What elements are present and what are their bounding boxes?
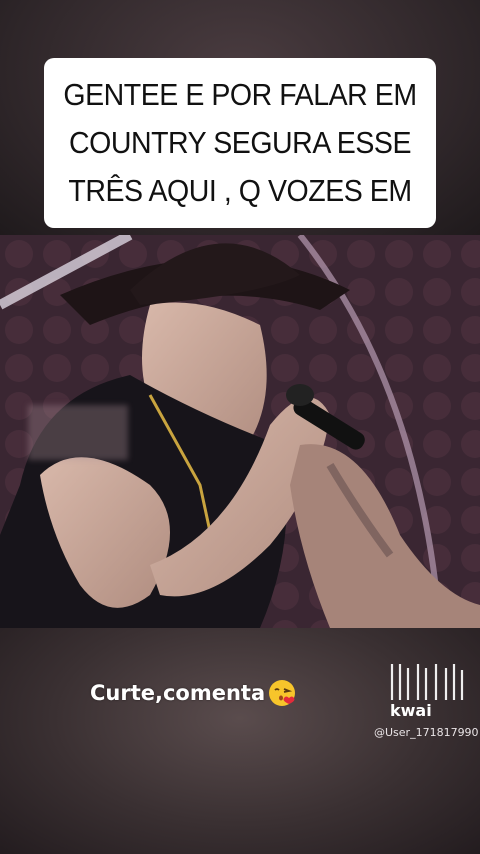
kwai-username: @User_171817990 — [374, 726, 479, 739]
caption-line-2: COUNTRY SEGURA ESSE — [68, 125, 412, 160]
curte-comenta-label: Curte,comenta — [90, 678, 297, 708]
curte-comenta-text: Curte,comenta — [90, 681, 266, 705]
caption-line-1: GENTEE E POR FALAR EM — [63, 77, 417, 112]
face-blowing-kiss-icon — [269, 680, 296, 706]
kwai-logo: kwai — [390, 664, 464, 720]
caption-box: GENTEE E POR FALAR EM COUNTRY SEGURA ESS… — [44, 58, 436, 228]
blur-patch — [28, 405, 128, 460]
kwai-brand-text: kwai — [390, 701, 432, 720]
caption-line-3: TRÊS AQUI , Q VOZES EM — [68, 173, 412, 208]
